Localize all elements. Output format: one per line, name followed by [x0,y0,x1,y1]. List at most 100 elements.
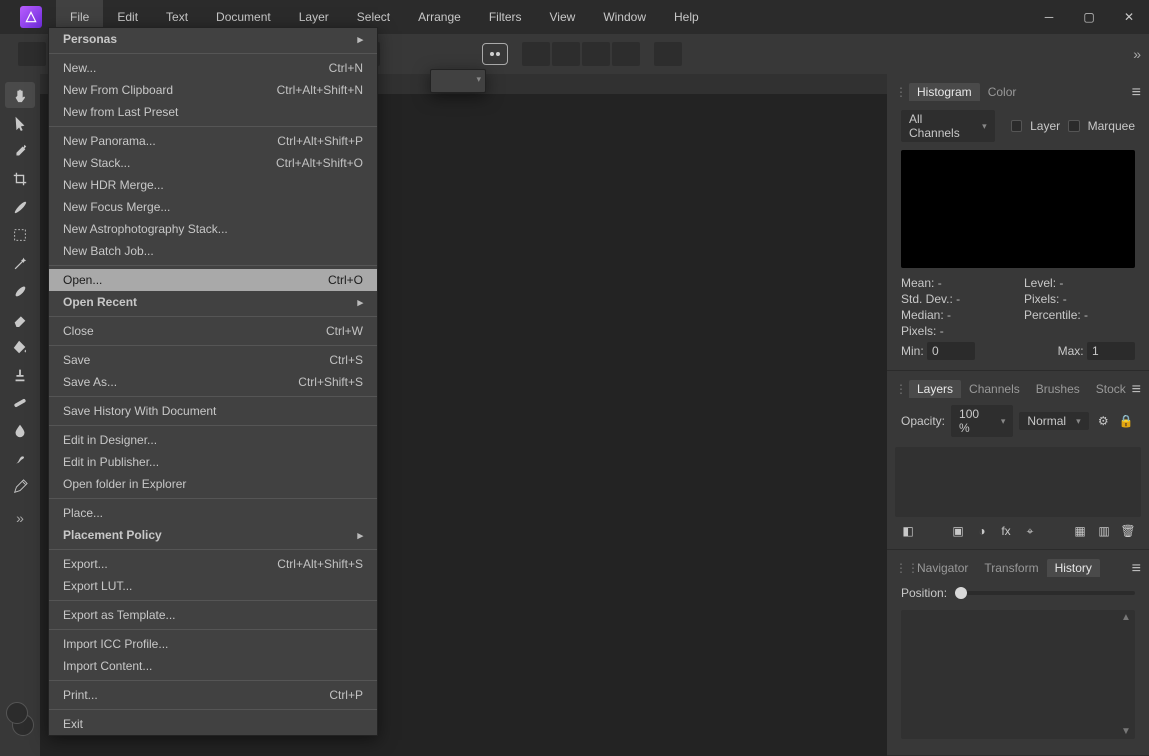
tab-color[interactable]: Color [980,83,1025,101]
stat-label: Median: [901,308,944,322]
tab-stock[interactable]: Stock [1088,380,1134,398]
menu-filters[interactable]: Filters [475,0,536,34]
panel-menu-icon[interactable]: ≡ [1132,381,1141,399]
menuitem-save: SaveCtrl+S [49,349,377,371]
crop-tool-icon[interactable] [5,166,35,192]
panel-grip-icon[interactable]: ⋮⋮ [895,85,905,99]
window-close[interactable]: ✕ [1109,0,1149,34]
menuitem-new-focus-merge[interactable]: New Focus Merge... [49,196,377,218]
tab-transform[interactable]: Transform [976,559,1046,577]
scroll-up-icon[interactable]: ▲ [1119,612,1133,623]
menuitem-new-astrophotography-stack[interactable]: New Astrophotography Stack... [49,218,377,240]
app-logo [20,6,42,28]
menu-arrange[interactable]: Arrange [404,0,475,34]
toolbar-slot[interactable] [18,42,46,66]
menuitem-open[interactable]: Open...Ctrl+O [49,269,377,291]
erase-tool-icon[interactable] [5,306,35,332]
live-filter-icon[interactable]: ⌖ [1021,523,1039,539]
toolbar-slot[interactable] [522,42,550,66]
menuitem-new-batch-job[interactable]: New Batch Job... [49,240,377,262]
blend-ranges-icon[interactable]: ◧ [899,523,917,539]
menuitem-exit[interactable]: Exit [49,713,377,735]
scroll-down-icon[interactable]: ▼ [1119,726,1133,737]
fx-icon[interactable]: fx [997,523,1015,539]
tab-navigator[interactable]: Navigator [909,559,976,577]
marquee-tool-icon[interactable] [5,222,35,248]
fill-tool-icon[interactable] [5,334,35,360]
dodge-tool-icon[interactable] [5,418,35,444]
menuitem-new-panorama[interactable]: New Panorama...Ctrl+Alt+Shift+P [49,130,377,152]
adjustment-icon[interactable]: ◑ [973,523,991,539]
tab-layers[interactable]: Layers [909,380,961,398]
panel-menu-icon[interactable]: ≡ [1132,84,1141,102]
menuitem-personas[interactable]: Personas [49,28,377,50]
menuitem-place: Place... [49,502,377,524]
menuitem-new-stack[interactable]: New Stack...Ctrl+Alt+Shift+O [49,152,377,174]
stat-value: - [956,292,960,306]
menuitem-new-from-last-preset[interactable]: New from Last Preset [49,101,377,123]
mask-layer-icon[interactable]: ▣ [949,523,967,539]
menuitem-new-from-clipboard[interactable]: New From ClipboardCtrl+Alt+Shift+N [49,79,377,101]
menuitem-edit-in-designer: Edit in Designer... [49,429,377,451]
stat-label: Level: [1024,276,1056,290]
marquee-checkbox[interactable] [1068,120,1079,132]
menu-help[interactable]: Help [660,0,713,34]
healing-brush-icon[interactable] [5,390,35,416]
min-input[interactable]: 0 [927,342,975,360]
tab-histogram[interactable]: Histogram [909,83,980,101]
add-pixel-layer-icon[interactable]: ▦ [1071,523,1089,539]
gear-icon[interactable]: ⚙ [1095,413,1112,429]
foreground-swatch[interactable] [6,702,28,724]
panel-grip-icon[interactable]: ⋮⋮ [895,561,905,575]
toolbar-slot[interactable] [654,42,682,66]
panel-menu-icon[interactable]: ≡ [1132,560,1141,578]
lock-icon[interactable]: 🔒 [1118,413,1135,429]
move-tool-icon[interactable] [5,110,35,136]
color-picker-icon[interactable] [5,138,35,164]
assistant-icon[interactable] [482,43,508,65]
toolbar-slot[interactable] [552,42,580,66]
menuitem-new-hdr-merge[interactable]: New HDR Merge... [49,174,377,196]
opacity-select[interactable]: 100 % [951,405,1013,437]
layers-list[interactable] [895,447,1141,517]
clone-tool-icon[interactable] [5,362,35,388]
toolbar-slot[interactable] [612,42,640,66]
blur-tool-icon[interactable] [5,446,35,472]
menuitem-placement-policy[interactable]: Placement Policy [49,524,377,546]
menuitem-new[interactable]: New...Ctrl+N [49,57,377,79]
pen-tool-icon[interactable] [5,474,35,500]
history-list[interactable]: ▲ ▼ [901,610,1135,739]
menuitem-import-content[interactable]: Import Content... [49,655,377,677]
tools-overflow-icon[interactable]: » [16,510,24,526]
menuitem-open-recent[interactable]: Open Recent [49,291,377,313]
max-input[interactable]: 1 [1087,342,1135,360]
position-slider[interactable] [955,591,1135,595]
flood-select-icon[interactable] [5,250,35,276]
selection-brush-icon[interactable] [5,194,35,220]
stat-value: - [1059,276,1063,290]
delete-layer-icon[interactable]: 🗑 [1119,523,1137,539]
layer-checkbox[interactable] [1011,120,1022,132]
toolbar-overflow-icon[interactable]: » [1133,46,1141,62]
blend-mode-select[interactable]: Normal [1019,412,1088,430]
tab-channels[interactable]: Channels [961,380,1028,398]
paint-brush-icon[interactable] [5,278,35,304]
color-swatches[interactable] [6,702,34,740]
panel-grip-icon[interactable]: ⋮⋮ [895,382,905,396]
toolbar-slot[interactable] [582,42,610,66]
stat-label: Std. Dev.: [901,292,953,306]
position-label: Position: [901,586,947,600]
view-tool-icon[interactable] [5,82,35,108]
channel-select[interactable]: All Channels [901,110,995,142]
menu-view[interactable]: View [536,0,590,34]
window-minimize[interactable]: ─ [1029,0,1069,34]
group-layers-icon[interactable]: ▥ [1095,523,1113,539]
toolbar-dropdown[interactable] [430,69,486,93]
menuitem-import-icc-profile[interactable]: Import ICC Profile... [49,633,377,655]
tab-history[interactable]: History [1047,559,1100,577]
stat-value: - [1063,292,1067,306]
tab-brushes[interactable]: Brushes [1028,380,1088,398]
menuitem-export-as-template: Export as Template... [49,604,377,626]
window-maximize[interactable]: ▢ [1069,0,1109,34]
menu-window[interactable]: Window [589,0,660,34]
